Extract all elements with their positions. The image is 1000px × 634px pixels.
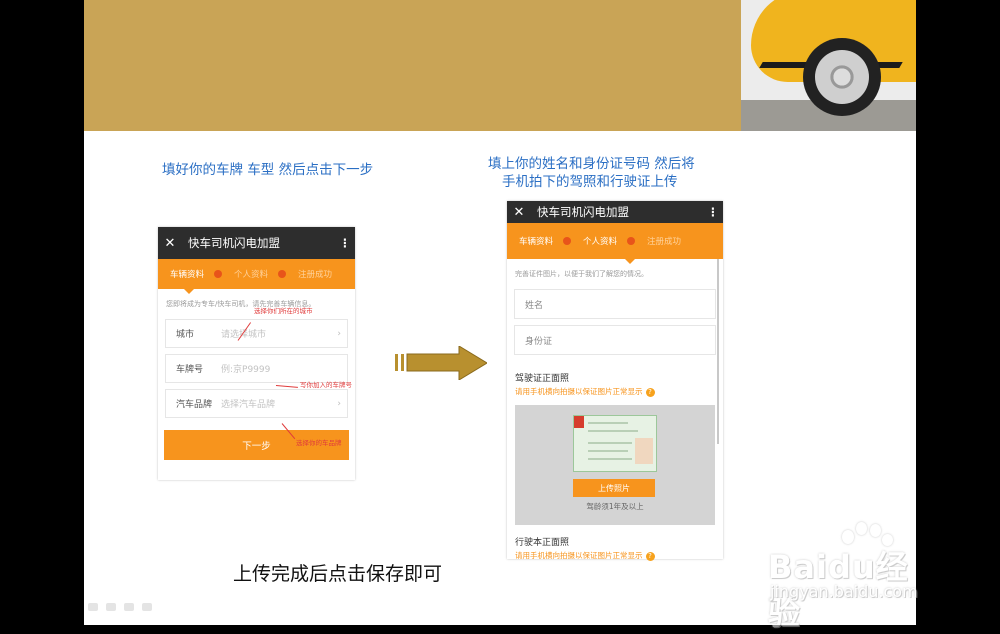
- city-label: 城市: [176, 330, 195, 340]
- chevron-right-icon: ›: [337, 398, 341, 409]
- step-vehicle: 车辆资料: [170, 270, 205, 280]
- next-slide-icon[interactable]: [142, 603, 152, 611]
- step-dot-icon: [278, 270, 287, 278]
- close-icon[interactable]: ✕: [507, 205, 531, 220]
- step-success: 注册成功: [298, 270, 333, 280]
- menu-icon[interactable]: [124, 603, 134, 611]
- annotation-arrow-icon: [275, 385, 298, 388]
- pen-icon[interactable]: [106, 603, 116, 611]
- app-titlebar: ✕ 快车司机闪电加盟 ⋮: [507, 201, 723, 223]
- app-title: 快车司机闪电加盟: [537, 205, 629, 219]
- brand-field[interactable]: 汽车品牌 选择汽车品牌 ›: [165, 389, 348, 418]
- phone-screenshot-vehicle-info: ✕ 快车司机闪电加盟 ⋮ 车辆资料 个人资料 注册成功 您即将成为专车/快车司机…: [158, 227, 355, 480]
- step-success: 注册成功: [647, 237, 682, 247]
- id-number-input[interactable]: 身份证: [514, 325, 716, 355]
- caption-step2-line1: 填上你的姓名和身份证号码 然后将: [488, 156, 695, 172]
- step-vehicle: 车辆资料: [519, 237, 554, 247]
- plate-placeholder: 例:京P9999: [221, 365, 271, 375]
- step-bar: 车辆资料 个人资料 注册成功: [158, 259, 355, 294]
- annotation-plate: 写你加入的车牌号: [300, 381, 352, 389]
- step-personal: 个人资料: [583, 237, 618, 247]
- plate-label: 车牌号: [176, 365, 204, 375]
- upload-note: 驾龄须1年及以上: [586, 502, 644, 511]
- scrollbar[interactable]: [717, 259, 719, 444]
- bottom-instruction: 上传完成后点击保存即可: [233, 563, 443, 585]
- phone-screenshot-personal-info: ✕ 快车司机闪电加盟 ⋮ 车辆资料 个人资料 注册成功 完善证件图片，以便于我们…: [507, 201, 723, 561]
- help-icon[interactable]: ?: [645, 388, 655, 397]
- license-upload-area[interactable]: 上传照片 驾龄须1年及以上: [515, 405, 715, 525]
- brand-placeholder: 选择汽车品牌: [221, 400, 276, 410]
- caption-step1: 填好你的车牌 车型 然后点击下一步: [162, 162, 374, 178]
- chevron-right-icon: ›: [337, 328, 341, 339]
- vehicle-license-section-hint: 请用手机横向拍摄以保证图片正常显示?: [507, 548, 723, 561]
- car-image: [741, 0, 916, 131]
- license-section-hint: 请用手机横向拍摄以保证图片正常显示?: [507, 384, 723, 397]
- right-arrow-icon: [395, 346, 487, 380]
- baidu-watermark: Baidu经验 jingyan.baidu.com: [742, 518, 922, 632]
- close-icon[interactable]: ✕: [158, 236, 182, 251]
- step-dot-icon: [214, 270, 223, 278]
- license-section-title: 驾驶证正面照: [515, 374, 570, 384]
- license-sample-image: [573, 415, 657, 472]
- city-field[interactable]: 城市 请选择城市 ›: [165, 319, 348, 348]
- prev-slide-icon[interactable]: [88, 603, 98, 611]
- step-personal: 个人资料: [234, 270, 269, 280]
- slide-controls: [88, 603, 152, 611]
- step-dot-icon: [563, 237, 572, 245]
- app-title: 快车司机闪电加盟: [188, 236, 280, 250]
- step-dot-icon: [627, 237, 636, 245]
- vehicle-license-section-title: 行驶本正面照: [515, 538, 570, 548]
- help-icon[interactable]: ?: [645, 552, 655, 561]
- form-hint: 完善证件图片，以便于我们了解您的情况。: [515, 270, 648, 278]
- step-pointer-icon: [625, 259, 635, 264]
- annotation-brand: 选择你的车品牌: [296, 439, 342, 447]
- vehicle-hint-text: 请用手机横向拍摄以保证图片正常显示: [515, 551, 643, 560]
- caption-step2-line2: 手机拍下的驾照和行驶证上传: [502, 174, 678, 190]
- brand-label: 汽车品牌: [176, 400, 213, 410]
- app-titlebar: ✕ 快车司机闪电加盟 ⋮: [158, 227, 355, 259]
- watermark-site: jingyan.baidu.com: [770, 582, 918, 601]
- annotation-city: 选择你们所在的城市: [254, 307, 313, 315]
- upload-photo-button[interactable]: 上传照片: [573, 479, 655, 497]
- step-bar: 车辆资料 个人资料 注册成功: [507, 223, 723, 264]
- more-icon[interactable]: ⋮: [703, 205, 723, 219]
- license-hint-text: 请用手机横向拍摄以保证图片正常显示: [515, 387, 643, 396]
- more-icon[interactable]: ⋮: [335, 236, 355, 250]
- step-pointer-icon: [184, 289, 194, 294]
- name-input[interactable]: 姓名: [514, 289, 716, 319]
